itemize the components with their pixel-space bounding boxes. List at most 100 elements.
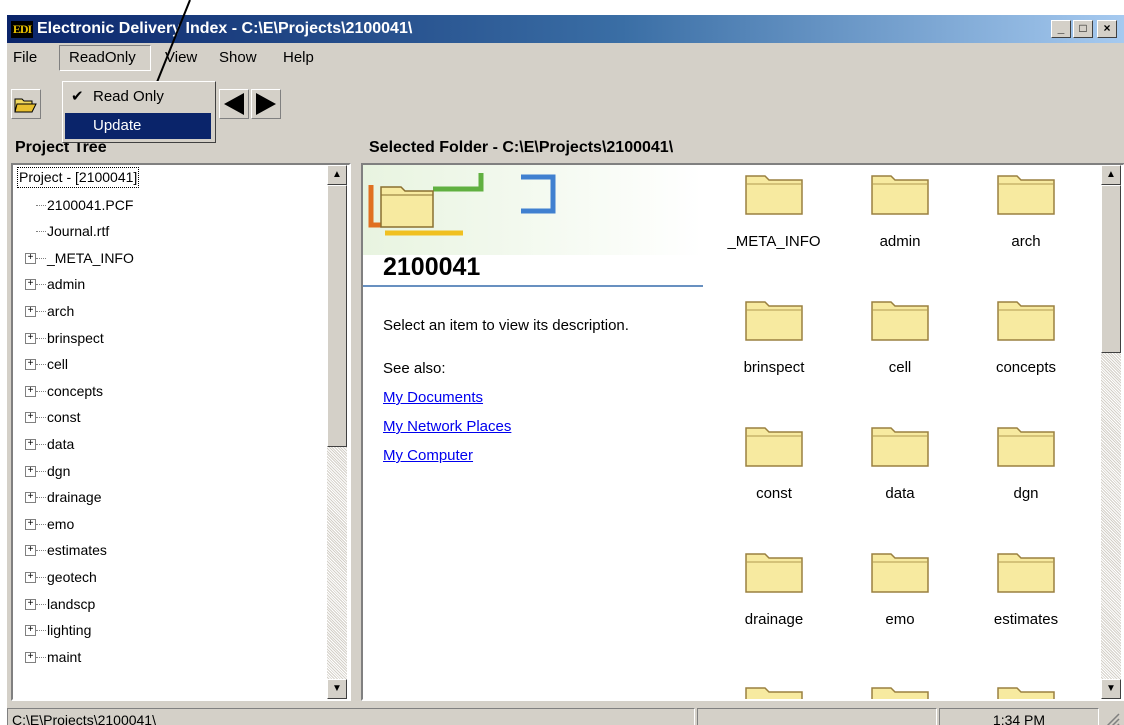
- folder-item[interactable]: emo: [841, 549, 951, 649]
- open-button[interactable]: [11, 89, 41, 119]
- link-my-computer[interactable]: My Computer: [383, 447, 473, 464]
- expand-icon[interactable]: +: [25, 385, 36, 397]
- expand-icon[interactable]: +: [25, 465, 36, 477]
- tree-item-label: dgn: [47, 462, 71, 479]
- tree-connector: [36, 231, 46, 233]
- expand-icon[interactable]: +: [25, 279, 36, 291]
- forward-button[interactable]: [251, 89, 281, 119]
- folder-icon-partial[interactable]: [745, 683, 803, 699]
- folder-icon: [871, 301, 929, 341]
- folder-icon: [745, 301, 803, 341]
- folder-item[interactable]: drainage: [715, 549, 825, 649]
- status-time: 1:34 PM: [939, 708, 1099, 725]
- folder-label: brinspect: [743, 359, 805, 376]
- scroll-up-icon[interactable]: ▲: [327, 165, 347, 185]
- folder-item[interactable]: brinspect: [715, 297, 825, 397]
- folder-item[interactable]: const: [715, 423, 825, 523]
- app-icon: EDI: [11, 21, 33, 38]
- tree-item-label: landscp: [47, 595, 96, 612]
- tree-item-label: admin: [47, 276, 86, 293]
- menu-item-label: Read Only: [93, 88, 164, 105]
- close-button[interactable]: ×: [1097, 20, 1117, 38]
- tree-item-label: _META_INFO: [47, 249, 134, 266]
- tree-connector: [36, 204, 46, 206]
- menu-item-read-only[interactable]: ✔ Read Only: [65, 84, 211, 110]
- tree-connector: [36, 603, 46, 605]
- folder-icon-partial[interactable]: [871, 683, 929, 699]
- status-path: C:\E\Projects\2100041\: [7, 708, 695, 725]
- right-arrow-icon: [256, 93, 276, 115]
- tree-connector: [36, 444, 46, 445]
- tree-item-label: estimates: [47, 542, 107, 559]
- tree-item-label: arch: [47, 303, 75, 319]
- folder-label: emo: [885, 611, 915, 628]
- scroll-up-icon[interactable]: ▲: [1101, 165, 1121, 185]
- folder-item[interactable]: _META_INFO: [715, 171, 825, 271]
- folder-label: const: [756, 485, 792, 502]
- folder-scrollbar[interactable]: ▲ ▼: [1101, 165, 1121, 699]
- project-tree-pane[interactable]: Project - [2100041] 2100041.PCF Journal.rt…: [11, 163, 351, 701]
- folder-item[interactable]: arch: [967, 171, 1077, 271]
- minimize-button[interactable]: _: [1051, 20, 1071, 38]
- menu-item-update[interactable]: Update: [65, 113, 211, 139]
- expand-icon[interactable]: +: [25, 252, 36, 264]
- expand-icon[interactable]: +: [25, 492, 36, 504]
- checkmark-icon: ✔: [71, 88, 84, 105]
- tree-connector: [36, 257, 46, 259]
- tree-root-label: Project - [2100041]: [17, 167, 140, 188]
- folder-scroll-thumb[interactable]: [1101, 185, 1121, 353]
- folder-icon: [745, 553, 803, 593]
- resize-grip-icon[interactable]: [1101, 710, 1121, 725]
- folder-icon: [997, 553, 1055, 593]
- expand-icon[interactable]: +: [25, 545, 36, 557]
- folder-item[interactable]: concepts: [967, 297, 1077, 397]
- expand-icon[interactable]: +: [25, 518, 36, 530]
- link-my-network-places[interactable]: My Network Places: [383, 418, 511, 435]
- tree-scroll-thumb[interactable]: [327, 185, 347, 447]
- menu-item-label: Update: [93, 117, 142, 134]
- scroll-down-icon[interactable]: ▼: [1101, 679, 1121, 699]
- folder-item[interactable]: data: [841, 423, 951, 523]
- menu-help[interactable]: Help: [283, 49, 314, 66]
- expand-icon[interactable]: +: [25, 332, 36, 344]
- expand-icon[interactable]: +: [25, 625, 36, 637]
- tree-connector: [36, 364, 46, 366]
- folder-icon: [745, 427, 803, 467]
- tree-item-label: const: [47, 409, 81, 426]
- folder-item[interactable]: cell: [841, 297, 951, 397]
- tree-scrollbar[interactable]: ▲ ▼: [327, 165, 347, 699]
- folder-label: arch: [1011, 233, 1041, 250]
- selected-folder-pane[interactable]: 2100041 Select an item to view its descr…: [361, 163, 1124, 701]
- expand-icon[interactable]: +: [25, 439, 36, 450]
- folder-label: concepts: [995, 359, 1057, 376]
- folder-label: data: [885, 485, 915, 502]
- folder-icon: [871, 175, 929, 215]
- expand-icon[interactable]: +: [25, 359, 36, 371]
- status-empty: [697, 708, 937, 725]
- tree-connector: [36, 550, 46, 552]
- expand-icon[interactable]: +: [25, 598, 36, 610]
- tree-connector: [36, 523, 46, 525]
- folder-item[interactable]: admin: [841, 171, 951, 271]
- open-folder-icon: [14, 98, 37, 113]
- folder-icon: [745, 175, 803, 215]
- maximize-button[interactable]: □: [1073, 20, 1093, 38]
- tree-connector: [36, 497, 46, 499]
- expand-icon[interactable]: +: [25, 412, 36, 424]
- banner-divider: [363, 285, 703, 287]
- folder-icon: [997, 301, 1055, 341]
- expand-icon[interactable]: +: [25, 572, 36, 583]
- tree-connector: [36, 470, 46, 472]
- tree-connector: [36, 284, 46, 286]
- menu-file[interactable]: File: [13, 49, 37, 66]
- see-also-label: See also:: [383, 360, 446, 377]
- folder-item[interactable]: dgn: [967, 423, 1077, 523]
- tree-item-label: maint: [47, 648, 82, 665]
- folder-item[interactable]: estimates: [967, 549, 1077, 649]
- folder-icon: [997, 427, 1055, 467]
- scroll-down-icon[interactable]: ▼: [327, 679, 347, 699]
- link-my-documents[interactable]: My Documents: [383, 389, 483, 406]
- expand-icon[interactable]: +: [25, 651, 36, 663]
- expand-icon[interactable]: +: [25, 306, 36, 317]
- folder-icon-partial[interactable]: [997, 683, 1055, 699]
